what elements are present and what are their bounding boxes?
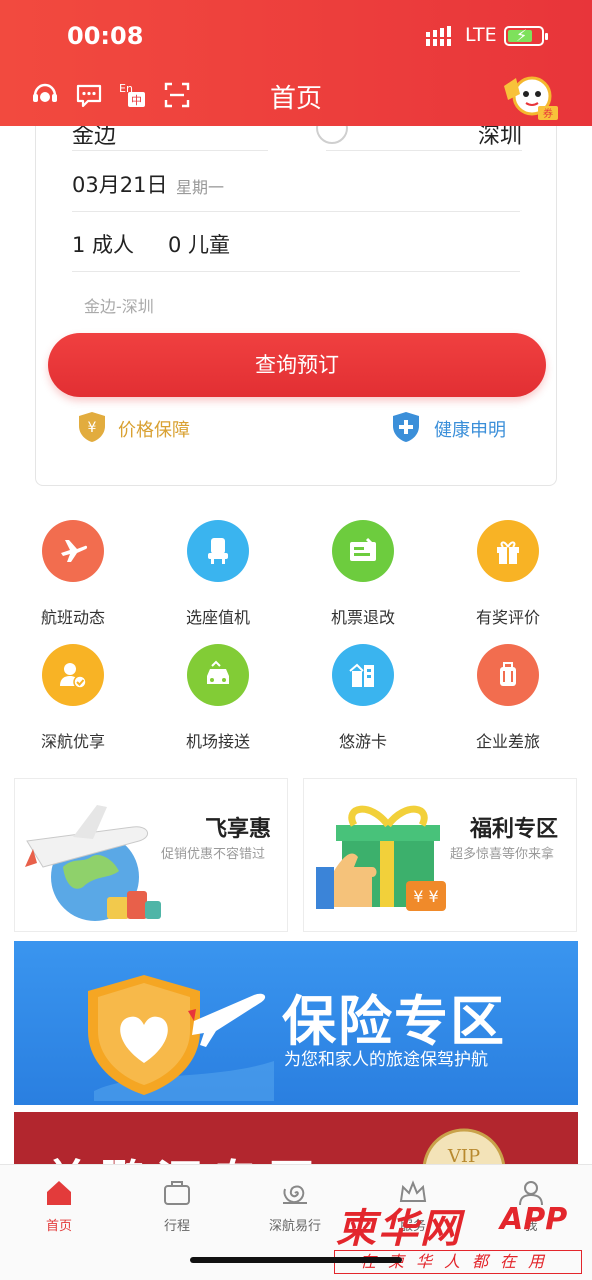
child-count: 0 儿童 bbox=[168, 233, 231, 257]
signal-icon bbox=[426, 26, 451, 46]
price-guarantee-label: 价格保障 bbox=[118, 420, 190, 441]
tab-label: 行程 bbox=[163, 1219, 190, 1234]
divider bbox=[72, 150, 268, 151]
plane-icon bbox=[61, 540, 88, 562]
svg-text:¥ ¥: ¥ ¥ bbox=[413, 887, 438, 906]
shield-plus-icon bbox=[393, 412, 419, 442]
service-label: 机票退改 bbox=[330, 608, 395, 627]
promo-subtitle: 促销优惠不容错过 bbox=[161, 847, 266, 862]
ticket-icon bbox=[350, 537, 376, 561]
promo-card-welfare[interactable]: ¥ ¥ 福利专区 超多惊喜等你来拿 bbox=[303, 778, 577, 932]
airplane-globe-illustration bbox=[25, 805, 161, 921]
search-history-item[interactable]: 金边-深圳 bbox=[84, 293, 154, 317]
health-declaration-label: 健康申明 bbox=[434, 420, 506, 441]
luggage-icon bbox=[500, 662, 516, 686]
status-bar: 00:08 LTE ⚡ bbox=[0, 18, 592, 54]
spiral-icon bbox=[283, 1185, 307, 1204]
briefcase-icon bbox=[164, 1181, 190, 1205]
user-check-icon bbox=[60, 663, 87, 689]
service-label: 机场接送 bbox=[185, 732, 250, 751]
network-type: LTE bbox=[465, 24, 497, 46]
service-reward-review[interactable]: 有奖评价 bbox=[447, 520, 567, 630]
search-flights-button[interactable]: 查询预订 bbox=[48, 333, 546, 397]
watermark-brand: 柬华网 bbox=[336, 1206, 462, 1252]
home-icon bbox=[47, 1181, 71, 1205]
service-flight-status[interactable]: 航班动态 bbox=[12, 520, 132, 630]
service-label: 深航优享 bbox=[40, 732, 105, 751]
tab-shenhang-easy[interactable]: 深航易行 bbox=[245, 1173, 345, 1234]
building-icon bbox=[349, 663, 374, 687]
clock: 00:08 bbox=[67, 22, 144, 50]
coupon-mascot-icon[interactable]: 券 bbox=[498, 66, 562, 124]
home-screen: 金边 深圳 03月21日 星期一 1 成人 0 儿童 金边-深圳 查询预订 ¥ … bbox=[0, 0, 592, 1280]
adult-count: 1 成人 bbox=[72, 233, 135, 257]
divider bbox=[326, 150, 522, 151]
gift-thumbs-illustration: ¥ ¥ bbox=[316, 805, 446, 911]
tab-label: 深航易行 bbox=[268, 1219, 321, 1234]
svg-text:¥: ¥ bbox=[88, 420, 97, 436]
shield-yen-icon: ¥ bbox=[79, 412, 105, 442]
insurance-banner[interactable]: 保险专区 为您和家人的旅途保驾护航 bbox=[14, 941, 578, 1105]
promo-title: 福利专区 bbox=[470, 817, 559, 842]
watermark-logo: 柬华网 APP 在柬华人都在用 bbox=[332, 1196, 588, 1278]
service-label: 选座值机 bbox=[185, 608, 250, 627]
car-icon bbox=[207, 660, 229, 684]
service-label: 企业差旅 bbox=[475, 732, 540, 751]
departure-date: 03月21日 bbox=[72, 173, 168, 197]
service-member-benefits[interactable]: 深航优享 bbox=[12, 644, 132, 754]
service-label: 有奖评价 bbox=[475, 608, 540, 627]
home-indicator[interactable] bbox=[190, 1257, 402, 1263]
tab-itinerary[interactable]: 行程 bbox=[127, 1173, 227, 1234]
service-airport-transfer[interactable]: 机场接送 bbox=[157, 644, 277, 754]
service-seat-checkin[interactable]: 选座值机 bbox=[157, 520, 277, 630]
promo-title: 飞享惠 bbox=[205, 817, 272, 842]
service-travel-card[interactable]: 悠游卡 bbox=[302, 644, 422, 754]
service-label: 悠游卡 bbox=[338, 732, 387, 751]
promo-subtitle: 超多惊喜等你来拿 bbox=[450, 847, 555, 862]
date-selector[interactable]: 03月21日 星期一 bbox=[72, 152, 520, 212]
service-ticket-change[interactable]: 机票退改 bbox=[302, 520, 422, 630]
battery-icon: ⚡ bbox=[504, 26, 548, 46]
svg-text:券: 券 bbox=[543, 107, 553, 120]
weekday-label: 星期一 bbox=[176, 178, 225, 197]
gift-icon bbox=[497, 541, 519, 564]
tab-label: 首页 bbox=[45, 1219, 72, 1234]
service-business-travel[interactable]: 企业差旅 bbox=[447, 644, 567, 754]
passenger-selector[interactable]: 1 成人 0 儿童 bbox=[72, 212, 520, 272]
shield-heart-illustration bbox=[88, 975, 274, 1101]
app-header: 00:08 LTE ⚡ En 中 首页 券 bbox=[0, 0, 592, 126]
promo-card-flight-deals[interactable]: 飞享惠 促销优惠不容错过 bbox=[14, 778, 288, 932]
seat-icon bbox=[208, 538, 228, 564]
flight-booking-card: 金边 深圳 03月21日 星期一 1 成人 0 儿童 金边-深圳 查询预订 ¥ … bbox=[35, 100, 557, 486]
watermark-app: APP bbox=[500, 1202, 568, 1237]
tab-home[interactable]: 首页 bbox=[9, 1173, 109, 1234]
insurance-subtitle: 为您和家人的旅途保驾护航 bbox=[284, 1050, 488, 1070]
service-label: 航班动态 bbox=[40, 608, 105, 627]
